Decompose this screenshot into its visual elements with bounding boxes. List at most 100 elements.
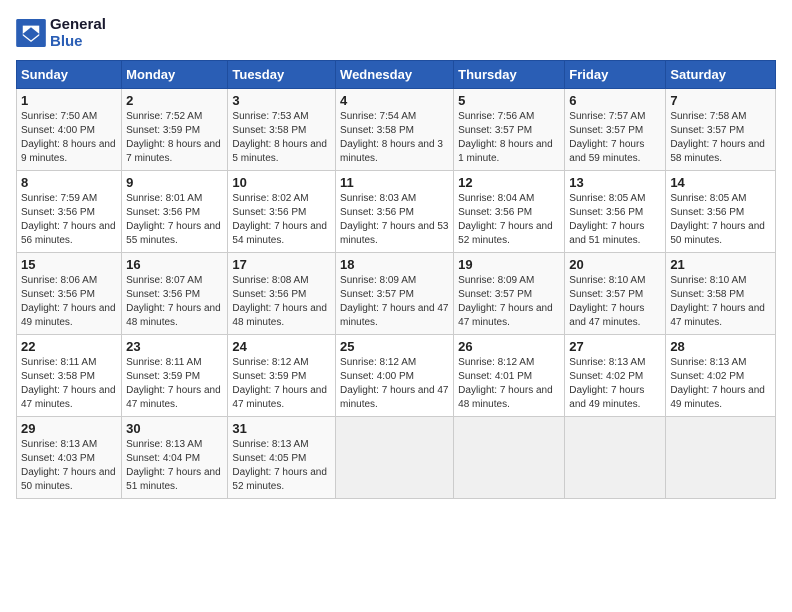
day-number: 9: [126, 175, 223, 190]
day-of-week-header: Wednesday: [336, 61, 454, 89]
empty-day-cell: [666, 417, 776, 499]
sunrise-info: Sunrise: 8:06 AM: [21, 275, 97, 286]
sunset-info: Sunset: 4:02 PM: [569, 371, 643, 382]
sunrise-info: Sunrise: 7:57 AM: [569, 111, 645, 122]
sunset-info: Sunset: 3:56 PM: [232, 289, 306, 300]
sunset-info: Sunset: 3:59 PM: [126, 125, 200, 136]
day-number: 18: [340, 257, 449, 272]
daylight-info: Daylight: 8 hours and 3 minutes.: [340, 139, 443, 164]
day-cell: 27 Sunrise: 8:13 AM Sunset: 4:02 PM Dayl…: [565, 335, 666, 417]
daylight-info: Daylight: 7 hours and 47 minutes.: [232, 385, 327, 410]
sunset-info: Sunset: 3:56 PM: [232, 207, 306, 218]
day-cell: 19 Sunrise: 8:09 AM Sunset: 3:57 PM Dayl…: [454, 253, 565, 335]
sunrise-info: Sunrise: 8:12 AM: [340, 357, 416, 368]
day-number: 24: [232, 339, 331, 354]
day-cell: 6 Sunrise: 7:57 AM Sunset: 3:57 PM Dayli…: [565, 89, 666, 171]
sunset-info: Sunset: 3:56 PM: [340, 207, 414, 218]
day-cell: 29 Sunrise: 8:13 AM Sunset: 4:03 PM Dayl…: [17, 417, 122, 499]
sunset-info: Sunset: 4:04 PM: [126, 453, 200, 464]
daylight-info: Daylight: 8 hours and 1 minute.: [458, 139, 553, 164]
day-of-week-header: Thursday: [454, 61, 565, 89]
sunrise-info: Sunrise: 8:10 AM: [569, 275, 645, 286]
daylight-info: Daylight: 7 hours and 49 minutes.: [569, 385, 644, 410]
sunset-info: Sunset: 3:56 PM: [21, 207, 95, 218]
daylight-info: Daylight: 7 hours and 50 minutes.: [21, 467, 116, 492]
sunset-info: Sunset: 3:58 PM: [21, 371, 95, 382]
day-cell: 7 Sunrise: 7:58 AM Sunset: 3:57 PM Dayli…: [666, 89, 776, 171]
sunrise-info: Sunrise: 8:12 AM: [232, 357, 308, 368]
day-of-week-header: Sunday: [17, 61, 122, 89]
day-number: 6: [569, 93, 661, 108]
daylight-info: Daylight: 7 hours and 47 minutes.: [21, 385, 116, 410]
day-cell: 20 Sunrise: 8:10 AM Sunset: 3:57 PM Dayl…: [565, 253, 666, 335]
day-of-week-header: Monday: [122, 61, 228, 89]
day-number: 30: [126, 421, 223, 436]
sunrise-info: Sunrise: 7:54 AM: [340, 111, 416, 122]
daylight-info: Daylight: 7 hours and 52 minutes.: [232, 467, 327, 492]
sunset-info: Sunset: 3:59 PM: [232, 371, 306, 382]
daylight-info: Daylight: 7 hours and 49 minutes.: [670, 385, 765, 410]
sunrise-info: Sunrise: 8:13 AM: [21, 439, 97, 450]
sunrise-info: Sunrise: 8:07 AM: [126, 275, 202, 286]
day-cell: 10 Sunrise: 8:02 AM Sunset: 3:56 PM Dayl…: [228, 171, 336, 253]
day-cell: 4 Sunrise: 7:54 AM Sunset: 3:58 PM Dayli…: [336, 89, 454, 171]
daylight-info: Daylight: 7 hours and 54 minutes.: [232, 221, 327, 246]
page-header: General Blue: [16, 16, 776, 50]
day-number: 29: [21, 421, 117, 436]
day-cell: 9 Sunrise: 8:01 AM Sunset: 3:56 PM Dayli…: [122, 171, 228, 253]
sunrise-info: Sunrise: 8:04 AM: [458, 193, 534, 204]
calendar-table: SundayMondayTuesdayWednesdayThursdayFrid…: [16, 60, 776, 499]
empty-day-cell: [454, 417, 565, 499]
sunset-info: Sunset: 3:56 PM: [126, 289, 200, 300]
day-number: 27: [569, 339, 661, 354]
day-cell: 12 Sunrise: 8:04 AM Sunset: 3:56 PM Dayl…: [454, 171, 565, 253]
day-of-week-header: Tuesday: [228, 61, 336, 89]
day-cell: 21 Sunrise: 8:10 AM Sunset: 3:58 PM Dayl…: [666, 253, 776, 335]
daylight-info: Daylight: 8 hours and 5 minutes.: [232, 139, 327, 164]
day-cell: 16 Sunrise: 8:07 AM Sunset: 3:56 PM Dayl…: [122, 253, 228, 335]
sunrise-info: Sunrise: 8:09 AM: [458, 275, 534, 286]
sunrise-info: Sunrise: 8:12 AM: [458, 357, 534, 368]
sunrise-info: Sunrise: 8:11 AM: [126, 357, 201, 368]
day-number: 13: [569, 175, 661, 190]
sunrise-info: Sunrise: 8:13 AM: [569, 357, 645, 368]
sunset-info: Sunset: 3:57 PM: [458, 125, 532, 136]
sunset-info: Sunset: 3:57 PM: [569, 289, 643, 300]
sunset-info: Sunset: 4:00 PM: [21, 125, 95, 136]
sunrise-info: Sunrise: 8:05 AM: [569, 193, 645, 204]
daylight-info: Daylight: 8 hours and 9 minutes.: [21, 139, 116, 164]
daylight-info: Daylight: 7 hours and 47 minutes.: [126, 385, 221, 410]
day-cell: 31 Sunrise: 8:13 AM Sunset: 4:05 PM Dayl…: [228, 417, 336, 499]
sunset-info: Sunset: 3:57 PM: [340, 289, 414, 300]
daylight-info: Daylight: 7 hours and 47 minutes.: [458, 303, 553, 328]
day-cell: 24 Sunrise: 8:12 AM Sunset: 3:59 PM Dayl…: [228, 335, 336, 417]
day-number: 14: [670, 175, 771, 190]
day-number: 5: [458, 93, 560, 108]
day-number: 20: [569, 257, 661, 272]
sunset-info: Sunset: 4:01 PM: [458, 371, 532, 382]
daylight-info: Daylight: 7 hours and 58 minutes.: [670, 139, 765, 164]
sunrise-info: Sunrise: 8:09 AM: [340, 275, 416, 286]
day-cell: 18 Sunrise: 8:09 AM Sunset: 3:57 PM Dayl…: [336, 253, 454, 335]
sunset-info: Sunset: 3:57 PM: [569, 125, 643, 136]
sunrise-info: Sunrise: 8:10 AM: [670, 275, 746, 286]
day-number: 7: [670, 93, 771, 108]
daylight-info: Daylight: 7 hours and 48 minutes.: [232, 303, 327, 328]
day-number: 11: [340, 175, 449, 190]
sunrise-info: Sunrise: 8:13 AM: [126, 439, 202, 450]
day-cell: 26 Sunrise: 8:12 AM Sunset: 4:01 PM Dayl…: [454, 335, 565, 417]
day-number: 16: [126, 257, 223, 272]
day-number: 1: [21, 93, 117, 108]
sunrise-info: Sunrise: 7:50 AM: [21, 111, 97, 122]
daylight-info: Daylight: 7 hours and 59 minutes.: [569, 139, 644, 164]
day-number: 26: [458, 339, 560, 354]
day-number: 28: [670, 339, 771, 354]
day-cell: 8 Sunrise: 7:59 AM Sunset: 3:56 PM Dayli…: [17, 171, 122, 253]
empty-day-cell: [565, 417, 666, 499]
day-cell: 1 Sunrise: 7:50 AM Sunset: 4:00 PM Dayli…: [17, 89, 122, 171]
day-cell: 17 Sunrise: 8:08 AM Sunset: 3:56 PM Dayl…: [228, 253, 336, 335]
day-number: 2: [126, 93, 223, 108]
sunset-info: Sunset: 3:56 PM: [21, 289, 95, 300]
sunset-info: Sunset: 4:03 PM: [21, 453, 95, 464]
sunset-info: Sunset: 3:57 PM: [670, 125, 744, 136]
